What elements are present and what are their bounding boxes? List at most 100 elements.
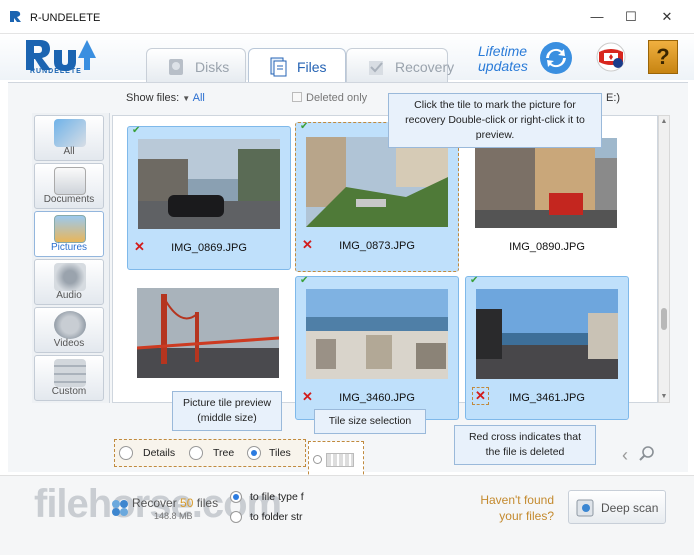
deep-scan-icon bbox=[576, 499, 594, 517]
thumbnail-image bbox=[306, 289, 448, 379]
scroll-down-icon[interactable]: ▼ bbox=[660, 393, 668, 400]
language-flag-icon[interactable] bbox=[596, 42, 626, 72]
lifetime-updates-link[interactable]: Lifetime updates bbox=[478, 44, 546, 74]
deleted-only-label: Deleted only bbox=[306, 92, 368, 104]
to-file-type-radio[interactable] bbox=[230, 491, 242, 503]
tab-files[interactable]: Files bbox=[248, 48, 346, 84]
tooltip-red-cross: Red cross indicates that the file is del… bbox=[454, 425, 596, 465]
chevron-left-icon[interactable]: ‹ bbox=[622, 445, 628, 466]
thumbnail-image bbox=[306, 137, 448, 227]
tree-radio[interactable] bbox=[189, 446, 203, 460]
drive-label: E:) bbox=[606, 92, 621, 104]
videos-icon bbox=[54, 311, 86, 339]
category-audio[interactable]: Audio bbox=[34, 259, 104, 305]
show-files-filter[interactable]: Show files: ▼ All bbox=[126, 92, 205, 104]
tab-disks[interactable]: Disks bbox=[146, 48, 246, 82]
maximize-button[interactable]: ☐ bbox=[622, 8, 640, 26]
category-all-label: All bbox=[63, 146, 75, 157]
check-icon: ✔ bbox=[132, 125, 141, 136]
logo-text: RUNDELETE bbox=[30, 68, 82, 75]
small-grid-icon bbox=[326, 453, 354, 467]
category-pictures-label: Pictures bbox=[50, 242, 88, 253]
documents-icon bbox=[54, 167, 86, 195]
refresh-updates-icon[interactable] bbox=[540, 42, 572, 74]
check-icon: ✔ bbox=[300, 121, 309, 132]
recovery-icon bbox=[369, 61, 383, 75]
check-icon: ✔ bbox=[300, 275, 309, 286]
files-icon bbox=[270, 57, 287, 77]
havent-found-text: Haven't found your files? bbox=[480, 493, 554, 523]
custom-icon bbox=[54, 359, 86, 387]
file-tile[interactable]: ✔ ✕ IMG_3460.JPG bbox=[295, 275, 459, 420]
recover-icon bbox=[112, 500, 128, 516]
close-button[interactable]: ✕ bbox=[658, 8, 676, 26]
category-custom[interactable]: Custom bbox=[34, 355, 104, 401]
recover-suffix: files bbox=[193, 496, 219, 510]
file-tile[interactable]: ✔ ✕ IMG_3461.JPG bbox=[465, 275, 629, 420]
chevron-down-icon: ▼ bbox=[182, 94, 191, 103]
recover-size: 148.8 MB bbox=[154, 511, 193, 521]
tiles-label: Tiles bbox=[269, 447, 291, 459]
disk-icon bbox=[169, 59, 183, 75]
pictures-icon bbox=[54, 215, 86, 243]
deep-scan-button[interactable]: Deep scan bbox=[568, 490, 666, 524]
help-button[interactable]: ? bbox=[648, 40, 678, 74]
tooltip-size-selection: Tile size selection bbox=[314, 409, 426, 434]
tooltip-tile-preview: Picture tile preview (middle size) bbox=[172, 391, 282, 431]
thumbnail-image bbox=[475, 138, 617, 228]
search-icon[interactable] bbox=[638, 445, 656, 463]
deep-scan-label: Deep scan bbox=[601, 501, 659, 515]
recover-count: 50 bbox=[180, 496, 194, 510]
view-mode-selector: Details Tree Tiles bbox=[114, 439, 306, 467]
tab-files-label: Files bbox=[297, 59, 327, 75]
category-videos[interactable]: Videos bbox=[34, 307, 104, 353]
file-name: IMG_0890.JPG bbox=[509, 241, 585, 253]
file-name: IMG_0873.JPG bbox=[339, 240, 415, 252]
minimize-button[interactable]: — bbox=[588, 8, 606, 26]
category-panel: All Documents Pictures Audio Videos Cust… bbox=[32, 113, 110, 403]
category-pictures[interactable]: Pictures bbox=[34, 211, 104, 257]
recover-prefix: Recover bbox=[132, 496, 181, 510]
tab-recovery-label: Recovery bbox=[395, 59, 455, 75]
to-folder-label: to folder str bbox=[250, 511, 303, 523]
audio-icon bbox=[54, 263, 86, 291]
tiles-radio[interactable] bbox=[247, 446, 261, 460]
category-videos-label: Videos bbox=[53, 338, 85, 349]
recover-files-button[interactable]: Recover 50 files 148.8 MB bbox=[110, 492, 226, 526]
file-name: IMG_3460.JPG bbox=[339, 392, 415, 404]
thumbnail-image bbox=[137, 288, 279, 378]
category-custom-label: Custom bbox=[51, 386, 87, 397]
tab-recovery[interactable]: Recovery bbox=[346, 48, 454, 82]
show-files-value: All bbox=[192, 92, 205, 104]
tooltip-click-tile: Click the tile to mark the picture for r… bbox=[388, 93, 602, 148]
vertical-scrollbar[interactable]: ▲ ▼ bbox=[658, 115, 670, 403]
category-all[interactable]: All bbox=[34, 115, 104, 161]
title-bar: R-UNDELETE — ☐ ✕ bbox=[0, 0, 694, 34]
main-content: Show files: ▼ All Deleted only E:) All D… bbox=[8, 82, 688, 525]
app-logo-icon bbox=[10, 11, 21, 22]
check-icon: ✔ bbox=[470, 275, 479, 286]
thumbnail-image bbox=[476, 289, 618, 379]
file-name: IMG_0869.JPG bbox=[171, 242, 247, 254]
details-radio[interactable] bbox=[119, 446, 133, 460]
size-small-radio[interactable] bbox=[313, 455, 322, 464]
details-label: Details bbox=[143, 447, 176, 459]
file-tiles-grid: ✔ ✕ IMG_0869.JPG ✔ ✕ IMG_0873.JPG IMG_08… bbox=[112, 115, 658, 420]
to-file-type-label: to file type f bbox=[250, 491, 304, 503]
window-title: R-UNDELETE bbox=[30, 12, 101, 24]
scroll-thumb[interactable] bbox=[661, 308, 667, 330]
tree-label: Tree bbox=[213, 447, 235, 459]
category-documents-label: Documents bbox=[43, 194, 95, 205]
scroll-up-icon[interactable]: ▲ bbox=[660, 118, 668, 125]
thumbnail-image bbox=[138, 139, 280, 229]
category-audio-label: Audio bbox=[56, 290, 82, 301]
category-documents[interactable]: Documents bbox=[34, 163, 104, 209]
size-small-option[interactable] bbox=[313, 452, 359, 468]
recover-files-label: Recover 50 files bbox=[132, 496, 218, 510]
file-tile[interactable]: ✔ ✕ IMG_0869.JPG bbox=[127, 125, 291, 270]
tab-disks-label: Disks bbox=[195, 59, 230, 75]
deleted-only-checkbox[interactable]: Deleted only bbox=[292, 92, 367, 104]
checkbox-box bbox=[292, 92, 302, 102]
app-header: RUNDELETE Disks Files Recovery Lifetime … bbox=[0, 34, 694, 84]
to-folder-radio[interactable] bbox=[230, 511, 242, 523]
